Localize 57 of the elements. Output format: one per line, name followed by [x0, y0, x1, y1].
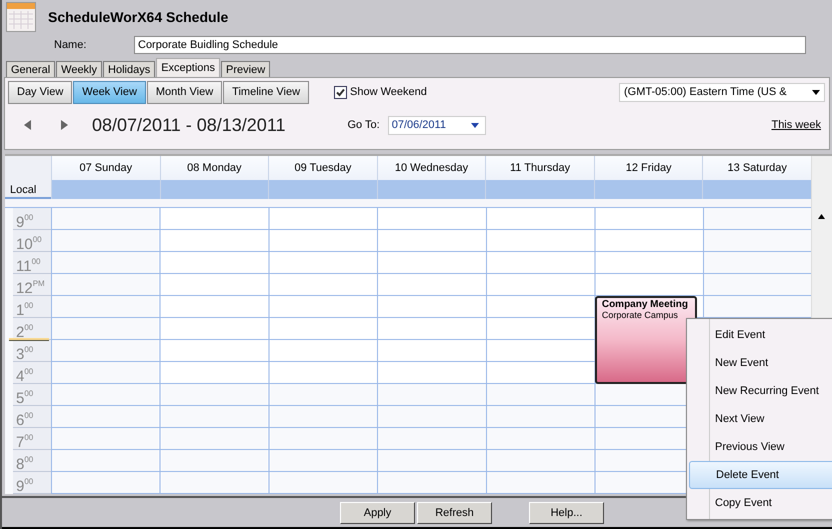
day-header: 10 Wednesday — [376, 156, 486, 199]
hour-label: 12$^{PM}$ — [13, 274, 51, 296]
next-arrow-icon[interactable] — [61, 120, 68, 130]
tab[interactable]: Preview — [221, 61, 270, 77]
timezone-dropdown[interactable]: (GMT-05:00) Eastern Time (US & — [619, 82, 825, 102]
tab[interactable]: Holidays — [103, 61, 156, 77]
footer-button[interactable]: Refresh — [417, 502, 492, 524]
day-header: 12 Friday — [594, 156, 702, 199]
menu-item[interactable]: Delete Event — [689, 461, 832, 489]
footer-button[interactable]: Help... — [529, 502, 604, 524]
goto-label: Go To: — [348, 119, 380, 131]
menu-item[interactable]: Next View — [689, 405, 832, 433]
hour-label: 2$^{00}$ — [13, 318, 51, 340]
checkbox[interactable] — [334, 86, 348, 98]
menu-item[interactable]: Copy Event — [689, 489, 832, 517]
name-label: Name: — [53, 39, 88, 51]
local-label: Local — [9, 184, 36, 197]
day-header: 11 Thursday — [485, 156, 594, 199]
dropdown-arrow-icon[interactable] — [812, 90, 820, 94]
window-title: ScheduleWorX64 Schedule — [48, 9, 228, 25]
event-location: Corporate Campus — [602, 310, 679, 320]
current-time-marker — [9, 338, 49, 341]
menu-item[interactable]: Previous View — [689, 433, 832, 461]
hour-label: 1$^{00}$ — [13, 296, 51, 318]
tab[interactable]: General — [6, 61, 56, 77]
name-field[interactable]: Corporate Buidling Schedule — [134, 36, 806, 54]
dropdown-arrow-icon[interactable] — [470, 122, 479, 128]
footer-button[interactable]: Apply — [340, 502, 415, 524]
this-week-link[interactable]: This week — [771, 119, 821, 131]
hour-label: 10$^{00}$ — [13, 230, 51, 252]
hour-label: 8$^{00}$ — [13, 450, 51, 472]
event-title: Company Meeting — [602, 299, 689, 310]
calendar-icon — [6, 2, 36, 32]
view-button[interactable]: Day View — [8, 80, 72, 104]
date-range: 08/07/2011 - 08/13/2011 — [92, 114, 286, 136]
show-weekend-label: Show Weekend — [350, 86, 427, 98]
hour-label: 9$^{00}$ — [13, 208, 51, 230]
tab[interactable]: Exceptions — [156, 58, 220, 77]
hour-label: 11$^{00}$ — [13, 252, 51, 274]
day-header: 07 Sunday — [51, 156, 160, 199]
event-card[interactable]: Company Meeting Corporate Campus — [594, 296, 698, 384]
view-button[interactable]: Timeline View — [223, 80, 310, 104]
hour-label: 5$^{00}$ — [13, 384, 51, 406]
hour-label: 9$^{00}$ — [13, 472, 51, 494]
scroll-up-icon[interactable] — [818, 214, 825, 219]
day-header: 13 Saturday — [702, 156, 811, 199]
tab[interactable]: Weekly — [56, 61, 102, 77]
hour-label: 3$^{00}$ — [13, 340, 51, 362]
hour-label: 4$^{00}$ — [13, 362, 51, 384]
hour-label: 7$^{00}$ — [13, 428, 51, 450]
view-button[interactable]: Week View — [73, 80, 146, 104]
view-button[interactable]: Month View — [146, 80, 222, 104]
goto-date-field[interactable]: 07/06/2011 — [388, 116, 486, 134]
day-header: 09 Tuesday — [268, 156, 377, 199]
day-header: 08 Monday — [160, 156, 268, 199]
hour-label: 6$^{00}$ — [13, 406, 51, 428]
previous-arrow-icon[interactable] — [24, 120, 31, 130]
